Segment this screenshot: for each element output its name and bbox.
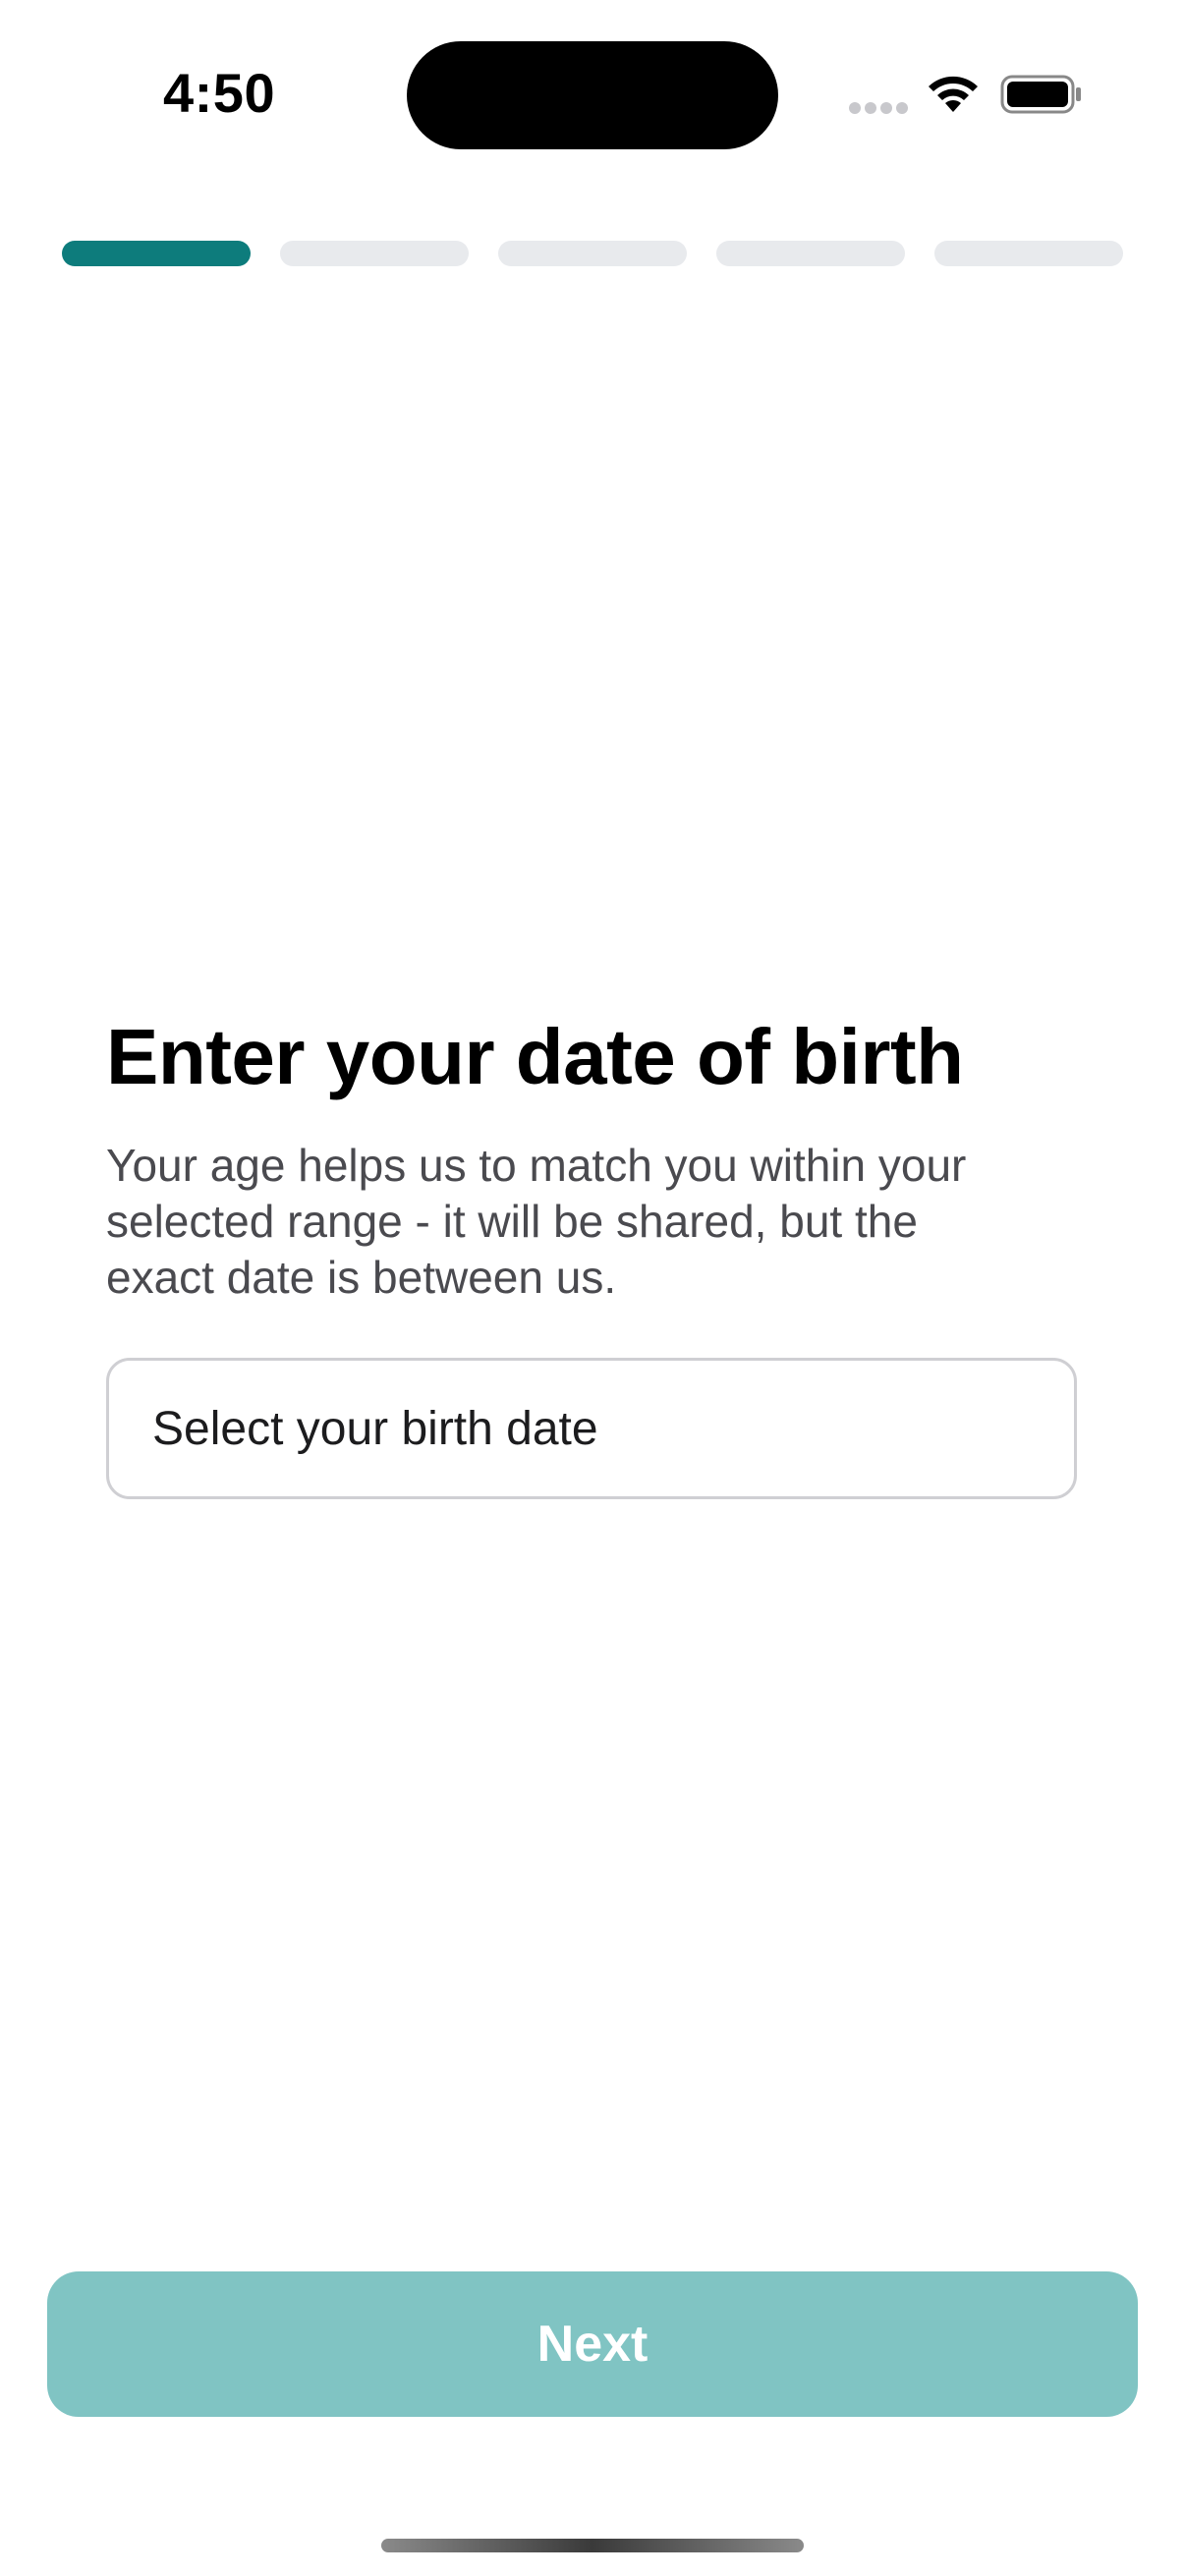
home-indicator (381, 2539, 804, 2552)
birth-date-placeholder: Select your birth date (152, 1403, 598, 1455)
battery-icon (1000, 75, 1081, 114)
next-button[interactable]: Next (47, 2271, 1138, 2417)
page-title: Enter your date of birth (106, 1013, 964, 1100)
progress-step-1 (62, 241, 251, 266)
progress-step-5 (934, 241, 1123, 266)
status-time: 4:50 (163, 62, 276, 124)
status-bar: 4:50 (0, 0, 1185, 196)
subtitle-line: selected range - it will be shared, but … (106, 1196, 918, 1247)
signal-dots-icon (849, 102, 908, 116)
birth-date-field[interactable]: Select your birth date (106, 1358, 1077, 1499)
page-subtitle: Your age helps us to match you within yo… (106, 1138, 1089, 1306)
progress-step-2 (280, 241, 469, 266)
onboarding-progress (62, 241, 1123, 266)
subtitle-line: Your age helps us to match you within yo… (106, 1140, 967, 1191)
progress-step-3 (498, 241, 687, 266)
progress-step-4 (716, 241, 905, 266)
subtitle-line: exact date is between us. (106, 1252, 617, 1303)
wifi-icon (929, 76, 978, 112)
dynamic-island (407, 41, 778, 149)
